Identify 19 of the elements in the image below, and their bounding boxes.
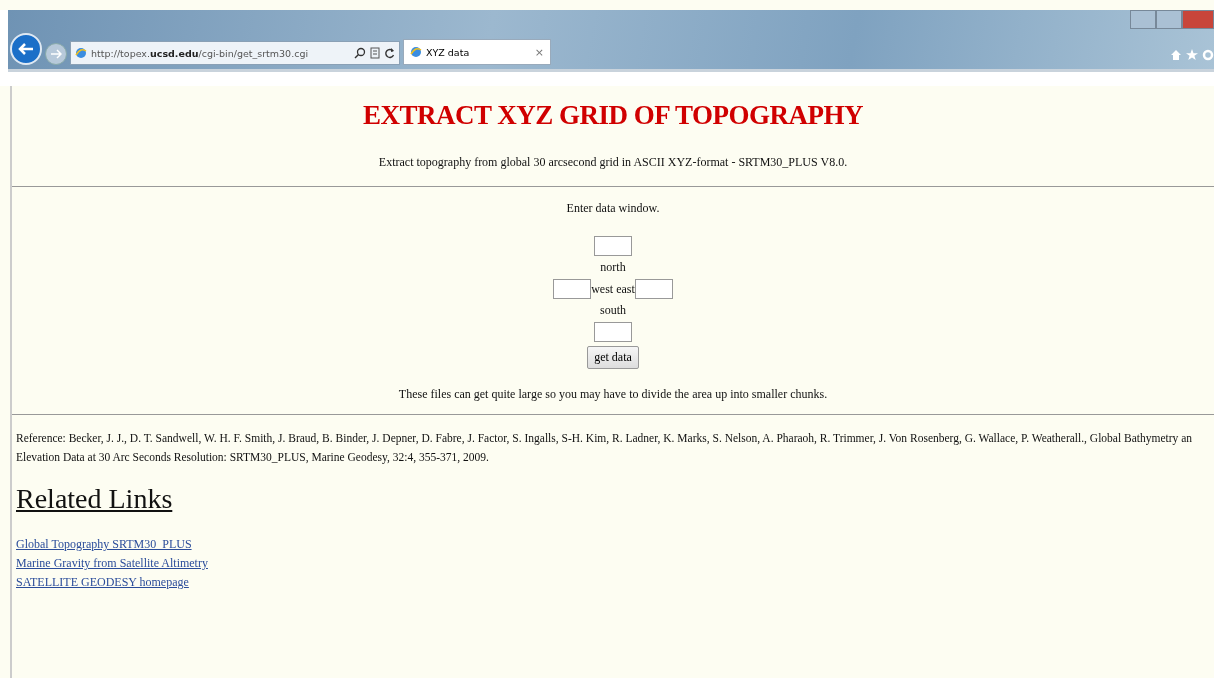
address-text: http://topex.ucsd.edu/cgi-bin/get_srtm30.cgi — [91, 47, 310, 59]
related-link[interactable]: Marine Gravity from Satellite Altimetry — [16, 554, 208, 573]
address-bar[interactable]: http://topex.ucsd.edu/cgi-bin/get_srtm30.cgi — [70, 41, 400, 65]
tab-title: XYZ data — [426, 46, 471, 58]
related-link[interactable]: Global Topography SRTM30_PLUS — [16, 535, 192, 554]
section-heading: Related Links — [16, 483, 173, 514]
field-label: north — [600, 260, 626, 275]
field-label: west — [591, 281, 614, 297]
reference-text: Reference: Becker, J. J., D. T. Sandwell, W. H. F. Smith, J. Braud, B. Binder, J. Depner, D. Fabre, J. Factor, S. Ingalls, S-H. Kim, R. Ladner, K. Marks, S. Nelson, A. Pharaoh, R. Trimmer, J. Von Rosenberg, G. Wallace, P. Weatherall., Global Bathymetry an Elevation Data at 30 Arc Seconds Resolution: SRTM30_PLUS, Marine Geodesy, 32:4, 355-371, 2009. — [16, 431, 1194, 466]
browser-tab[interactable]: XYZ data × — [403, 39, 551, 65]
field-label: east — [616, 281, 635, 297]
field-label: south — [600, 303, 626, 318]
tab-close-button[interactable]: × — [534, 45, 544, 59]
related-link[interactable]: SATELLITE GEODESY homepage — [16, 573, 189, 592]
note-text: These files can get quite large so you may have to divide the area up into smaller chunks. — [398, 387, 828, 401]
subtitle-text: Extract topography from global 30 arcsecond grid in ASCII XYZ-format - SRTM30_PLUS V8.0. — [378, 155, 848, 169]
prompt-text: Enter data window. — [566, 201, 660, 215]
page-title: EXTRACT XYZ GRID OF TOPOGRAPHY — [361, 99, 865, 131]
get-data-button[interactable]: get data — [587, 346, 639, 369]
